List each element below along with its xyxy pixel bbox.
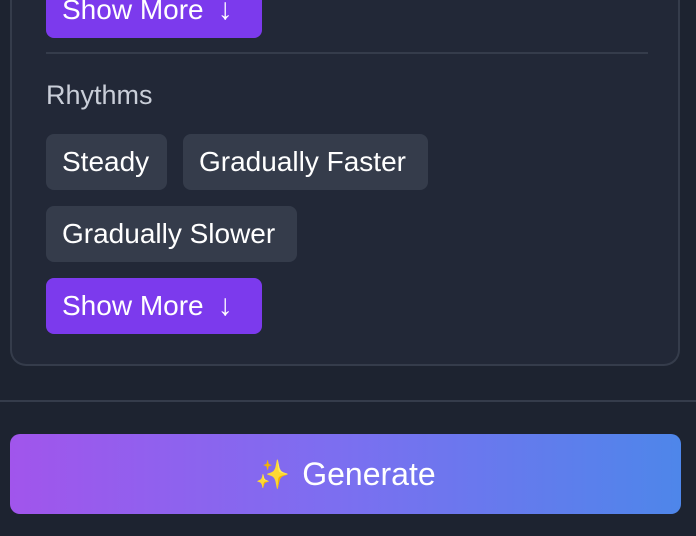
rhythm-option-steady[interactable]: Steady — [46, 134, 167, 190]
generate-label: Generate — [302, 455, 436, 492]
sparkles-icon: ✨ — [255, 458, 291, 490]
show-more-label: Show More — [62, 0, 204, 25]
rhythm-option-gradually-faster[interactable]: Gradually Faster — [183, 134, 428, 190]
arrow-down-icon: ↓ — [217, 289, 233, 322]
rhythm-option-gradually-slower[interactable]: Gradually Slower — [46, 206, 297, 262]
footer-divider — [0, 400, 696, 402]
page: Show More ↓ Rhythms Steady Gradually Fas… — [0, 0, 696, 536]
rhythm-option-label: Gradually Faster — [199, 146, 406, 177]
section-title-rhythms: Rhythms — [46, 80, 153, 110]
generate-button[interactable]: ✨ Generate — [10, 434, 681, 514]
show-more-label: Show More — [62, 290, 204, 321]
rhythm-option-label: Gradually Slower — [62, 218, 276, 249]
show-more-button-previous[interactable]: Show More ↓ — [46, 0, 262, 38]
section-divider — [46, 52, 648, 54]
arrow-down-icon: ↓ — [217, 0, 233, 26]
show-more-button-rhythms[interactable]: Show More ↓ — [46, 278, 262, 334]
options-panel: Show More ↓ Rhythms Steady Gradually Fas… — [10, 0, 680, 366]
rhythm-option-label: Steady — [62, 146, 150, 177]
